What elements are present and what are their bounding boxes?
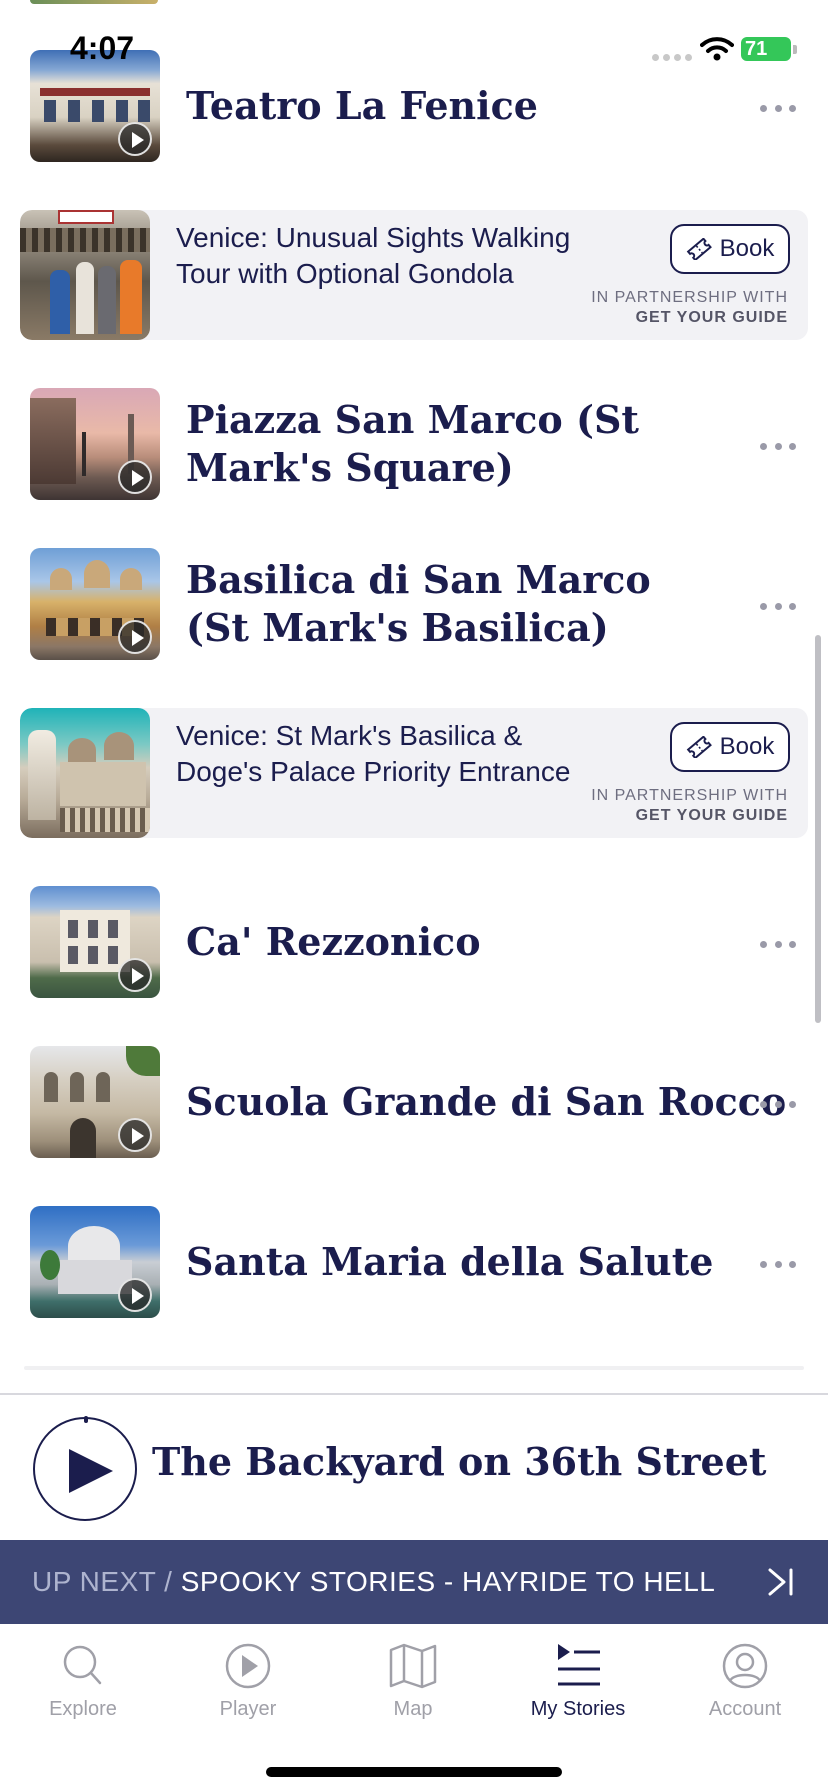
tab-account[interactable]: Account [662, 1642, 828, 1721]
story-title[interactable]: Basilica di San Marco (St Mark's Basilic… [186, 552, 726, 656]
tour-title[interactable]: Venice: Unusual Sights Walking Tour with… [176, 220, 596, 292]
tab-label: Account [708, 1698, 782, 1720]
more-options-icon[interactable] [760, 441, 796, 451]
skip-next-icon[interactable] [766, 1566, 796, 1598]
play-circle-icon [225, 1643, 271, 1689]
story-thumbnail[interactable] [30, 388, 160, 500]
partner-label: IN PARTNERSHIP WITH [591, 787, 788, 804]
now-playing-title[interactable]: The Backyard on 36th Street [152, 1435, 766, 1489]
book-label: Book [719, 733, 775, 760]
partner-credit: IN PARTNERSHIP WITH GET YOUR GUIDE [591, 288, 788, 328]
up-next-text[interactable]: UP NEXT / SPOOKY STORIES - HAYRIDE TO HE… [32, 1564, 715, 1600]
tab-my-stories[interactable]: My Stories [495, 1642, 661, 1721]
play-badge-icon[interactable] [118, 958, 152, 992]
playlist-icon [558, 1644, 600, 1686]
story-title[interactable]: Santa Maria della Salute [186, 1210, 726, 1314]
partner-brand: GET YOUR GUIDE [635, 807, 788, 824]
play-icon [69, 1449, 113, 1493]
now-playing-bar[interactable]: The Backyard on 36th Street [0, 1393, 828, 1540]
book-button[interactable]: Book [670, 722, 790, 772]
story-thumbnail[interactable] [30, 548, 160, 660]
book-label: Book [719, 235, 775, 262]
tab-label: Explore [49, 1698, 117, 1720]
tour-thumbnail [20, 708, 150, 838]
status-time: 4:07 [70, 30, 135, 66]
battery-indicator: 71 [741, 37, 797, 61]
story-thumbnail[interactable] [30, 1206, 160, 1318]
my-stories-screen: Teatro La Fenice Venice: Unusual Sights … [0, 0, 828, 1792]
tour-ad-card[interactable]: Venice: Unusual Sights Walking Tour with… [20, 210, 808, 340]
tab-explore[interactable]: Explore [0, 1642, 166, 1721]
tour-thumbnail [20, 210, 150, 340]
scrollbar[interactable] [815, 635, 821, 1023]
tour-ad-card[interactable]: Venice: St Mark's Basilica & Doge's Pala… [20, 708, 808, 838]
tab-player[interactable]: Player [165, 1642, 331, 1721]
home-indicator[interactable] [266, 1767, 562, 1777]
play-badge-icon[interactable] [118, 1118, 152, 1152]
play-button[interactable] [33, 1416, 137, 1521]
more-options-icon[interactable] [760, 1099, 796, 1109]
story-title[interactable]: Scuola Grande di San Rocco [186, 1050, 786, 1154]
tab-label: Player [219, 1698, 277, 1720]
play-badge-icon[interactable] [118, 122, 152, 156]
story-title[interactable]: Ca' Rezzonico [186, 890, 726, 994]
story-thumbnail[interactable] [30, 1046, 160, 1158]
list-end-divider [24, 1366, 804, 1370]
up-next-bar[interactable]: UP NEXT / SPOOKY STORIES - HAYRIDE TO HE… [0, 1540, 828, 1624]
up-next-label: UP NEXT / [32, 1566, 173, 1597]
tab-map[interactable]: Map [330, 1642, 496, 1721]
partner-brand: GET YOUR GUIDE [635, 309, 788, 326]
story-row[interactable]: Santa Maria della Salute [0, 1206, 828, 1326]
partner-label: IN PARTNERSHIP WITH [591, 289, 788, 306]
more-options-icon[interactable] [760, 1259, 796, 1269]
search-icon [63, 1645, 102, 1685]
tour-title[interactable]: Venice: St Mark's Basilica & Doge's Pala… [176, 718, 596, 790]
more-options-icon[interactable] [760, 939, 796, 949]
tab-label: My Stories [530, 1698, 626, 1720]
partner-credit: IN PARTNERSHIP WITH GET YOUR GUIDE [591, 786, 788, 826]
map-icon [389, 1643, 437, 1689]
story-row[interactable]: Basilica di San Marco (St Mark's Basilic… [0, 548, 828, 668]
book-button[interactable]: Book [670, 224, 790, 274]
cellular-signal-icon [652, 54, 692, 61]
story-row[interactable]: Scuola Grande di San Rocco [0, 1046, 828, 1166]
play-badge-icon[interactable] [118, 620, 152, 654]
more-options-icon[interactable] [760, 601, 796, 611]
ticket-icon [686, 736, 712, 758]
play-badge-icon[interactable] [118, 460, 152, 494]
story-thumbnail[interactable] [30, 886, 160, 998]
story-title[interactable]: Piazza San Marco (St Mark's Square) [186, 392, 726, 496]
story-row[interactable]: Piazza San Marco (St Mark's Square) [0, 388, 828, 508]
account-icon [722, 1643, 768, 1689]
tab-label: Map [393, 1698, 433, 1720]
more-options-icon[interactable] [760, 103, 796, 113]
up-next-title: SPOOKY STORIES - HAYRIDE TO HELL [180, 1566, 716, 1597]
battery-level: 71 [745, 38, 768, 60]
play-badge-icon[interactable] [118, 1278, 152, 1312]
story-row[interactable]: Ca' Rezzonico [0, 886, 828, 1006]
ticket-icon [686, 238, 712, 260]
status-bar: 4:07 71 [0, 0, 828, 100]
wifi-icon [700, 37, 734, 61]
